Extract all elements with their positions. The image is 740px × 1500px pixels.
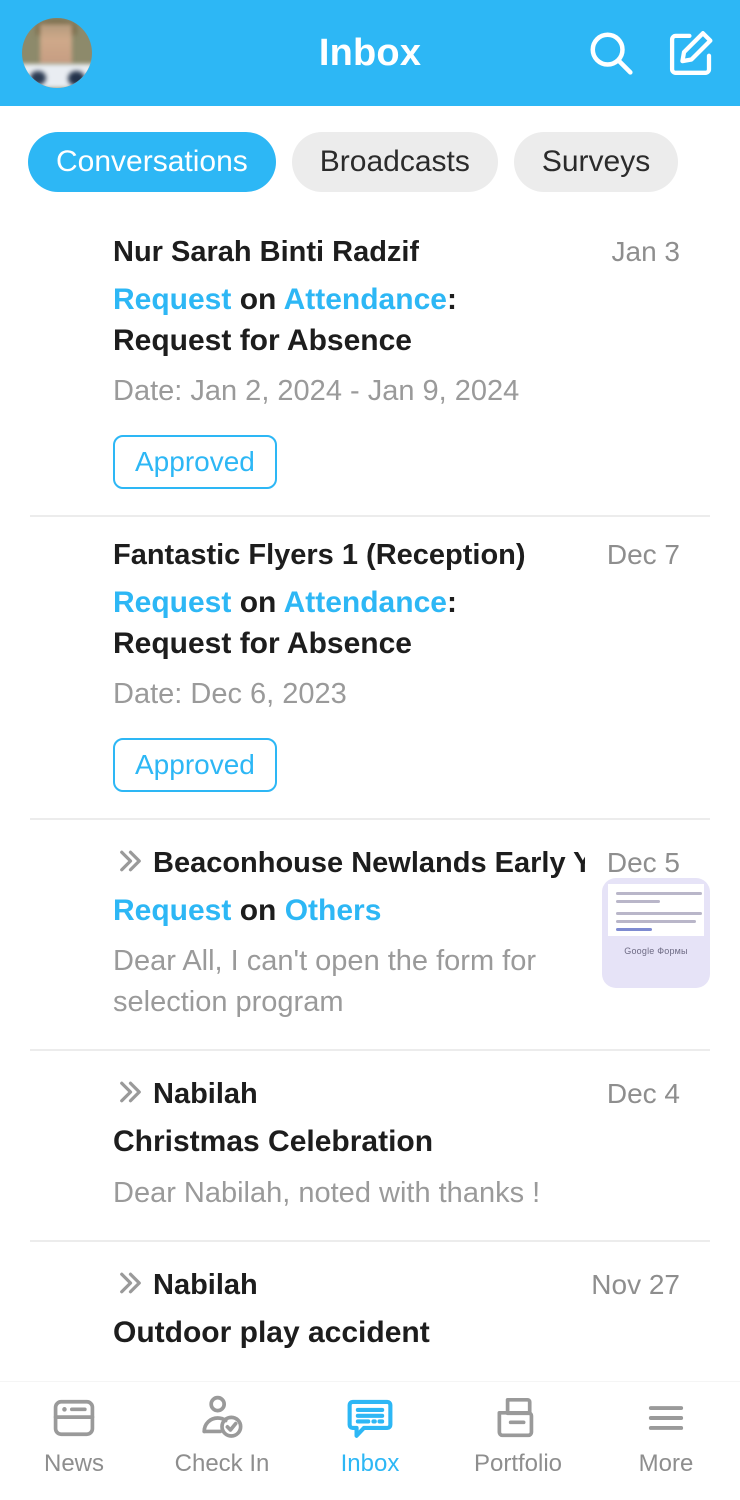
nav-item-inbox[interactable]: Inbox [296, 1392, 444, 1478]
avatar[interactable] [22, 18, 92, 88]
check-in-icon [194, 1392, 250, 1444]
subject-line: Request on Others [113, 890, 680, 931]
list-item-header: Beaconhouse Newlands Early Years Am… Dec… [113, 842, 680, 880]
list-item[interactable]: Beaconhouse Newlands Early Years Am… Dec… [30, 820, 710, 1052]
preview-text: Dear All, I can't open the form for sele… [113, 944, 537, 1019]
subject-connector: on [231, 893, 285, 927]
subject-colon: : [446, 282, 457, 316]
thumbnail-document [608, 883, 704, 936]
subject-type: Request [113, 893, 232, 927]
subject-category: Attendance [283, 585, 447, 619]
avatar-detail-left [30, 71, 46, 86]
header-actions [584, 26, 718, 80]
attachment-thumbnail[interactable]: Google Формы [602, 877, 710, 988]
nav-label: News [43, 1450, 104, 1477]
nav-item-news[interactable]: News [0, 1392, 148, 1478]
double-chevron-icon [113, 1268, 143, 1298]
inbox-screen: Inbox Conversations Broadcasts Surveys N… [0, 0, 740, 1500]
subject-detail: Request for Absence [113, 626, 412, 660]
subject-detail: Outdoor play accident [113, 1315, 430, 1349]
list-item-header: Fantastic Flyers 1 (Reception) Dec 7 [113, 539, 680, 572]
tab-conversations[interactable]: Conversations [28, 132, 276, 192]
sender-name: Fantastic Flyers 1 (Reception) [113, 538, 526, 571]
list-item-header: Nur Sarah Binti Radzif Jan 3 [113, 236, 680, 269]
avatar-face [40, 23, 73, 65]
nav-item-more[interactable]: More [592, 1392, 740, 1478]
nav-label: More [638, 1450, 694, 1477]
portfolio-icon [490, 1392, 546, 1444]
nav-label: Inbox [340, 1450, 400, 1477]
preview-text: Dear Nabilah, noted with thanks ! [113, 1176, 541, 1209]
timestamp: Dec 4 [606, 1078, 680, 1110]
nav-item-portfolio[interactable]: Portfolio [444, 1392, 592, 1478]
nav-label: Check In [174, 1450, 270, 1477]
nav-item-check-in[interactable]: Check In [148, 1392, 296, 1478]
subject-detail: Christmas Celebration [113, 1125, 434, 1159]
double-chevron-icon [113, 846, 143, 876]
subject-connector: on [231, 585, 284, 619]
subject-line: Request on Attendance: [113, 279, 680, 320]
list-item[interactable]: Fantastic Flyers 1 (Reception) Dec 7 Req… [30, 517, 710, 820]
sender-name: Nabilah [153, 1078, 258, 1111]
sender-name: Beaconhouse Newlands Early Years Am… [153, 846, 585, 879]
sender-name: Nur Sarah Binti Radzif [113, 235, 420, 268]
subject-colon: : [446, 585, 457, 619]
filter-tabs: Conversations Broadcasts Surveys [0, 106, 740, 214]
avatar-detail-right [68, 70, 85, 86]
subject-detail: Request for Absence [113, 323, 412, 357]
status-badge: Approved [113, 434, 277, 489]
conversation-list: Nur Sarah Binti Radzif Jan 3 Request on … [0, 214, 740, 1380]
app-header: Inbox [0, 0, 740, 106]
list-item-header: Nabilah Nov 27 [113, 1264, 680, 1302]
subject-category: Others [284, 893, 382, 927]
list-item[interactable]: Nabilah Nov 27 Outdoor play accident [30, 1242, 710, 1379]
more-icon [638, 1392, 694, 1444]
sender-name: Nabilah [153, 1268, 258, 1301]
tab-surveys[interactable]: Surveys [513, 132, 679, 192]
nav-label: Portfolio [473, 1450, 563, 1477]
double-chevron-icon [113, 1077, 143, 1107]
subject-connector: on [231, 282, 284, 316]
list-item[interactable]: Nabilah Dec 4 Christmas Celebration Dear… [30, 1051, 710, 1242]
subject-type: Request [113, 282, 232, 316]
subject-line: Request on Attendance: [113, 582, 680, 623]
thumbnail-subcaption [602, 936, 710, 942]
bottom-navigation: News Check In Inbox Portfolio More [0, 1382, 740, 1500]
timestamp: Jan 3 [611, 235, 681, 267]
subject-category: Attendance [283, 282, 447, 316]
inbox-icon [342, 1392, 398, 1444]
timestamp: Nov 27 [591, 1268, 680, 1300]
search-icon[interactable] [584, 26, 638, 80]
preview-text: Date: Jan 2, 2024 - Jan 9, 2024 [113, 375, 520, 408]
tab-broadcasts[interactable]: Broadcasts [291, 132, 498, 192]
timestamp: Dec 5 [606, 846, 680, 878]
list-item[interactable]: Nur Sarah Binti Radzif Jan 3 Request on … [30, 214, 710, 517]
compose-icon[interactable] [664, 26, 718, 80]
subject-type: Request [113, 585, 232, 619]
preview-text: Date: Dec 6, 2023 [113, 678, 347, 711]
list-item-header: Nabilah Dec 4 [113, 1073, 680, 1111]
timestamp: Dec 7 [606, 538, 680, 570]
thumbnail-caption: Google Формы [624, 945, 688, 956]
status-badge: Approved [113, 737, 277, 792]
news-icon [46, 1392, 102, 1444]
